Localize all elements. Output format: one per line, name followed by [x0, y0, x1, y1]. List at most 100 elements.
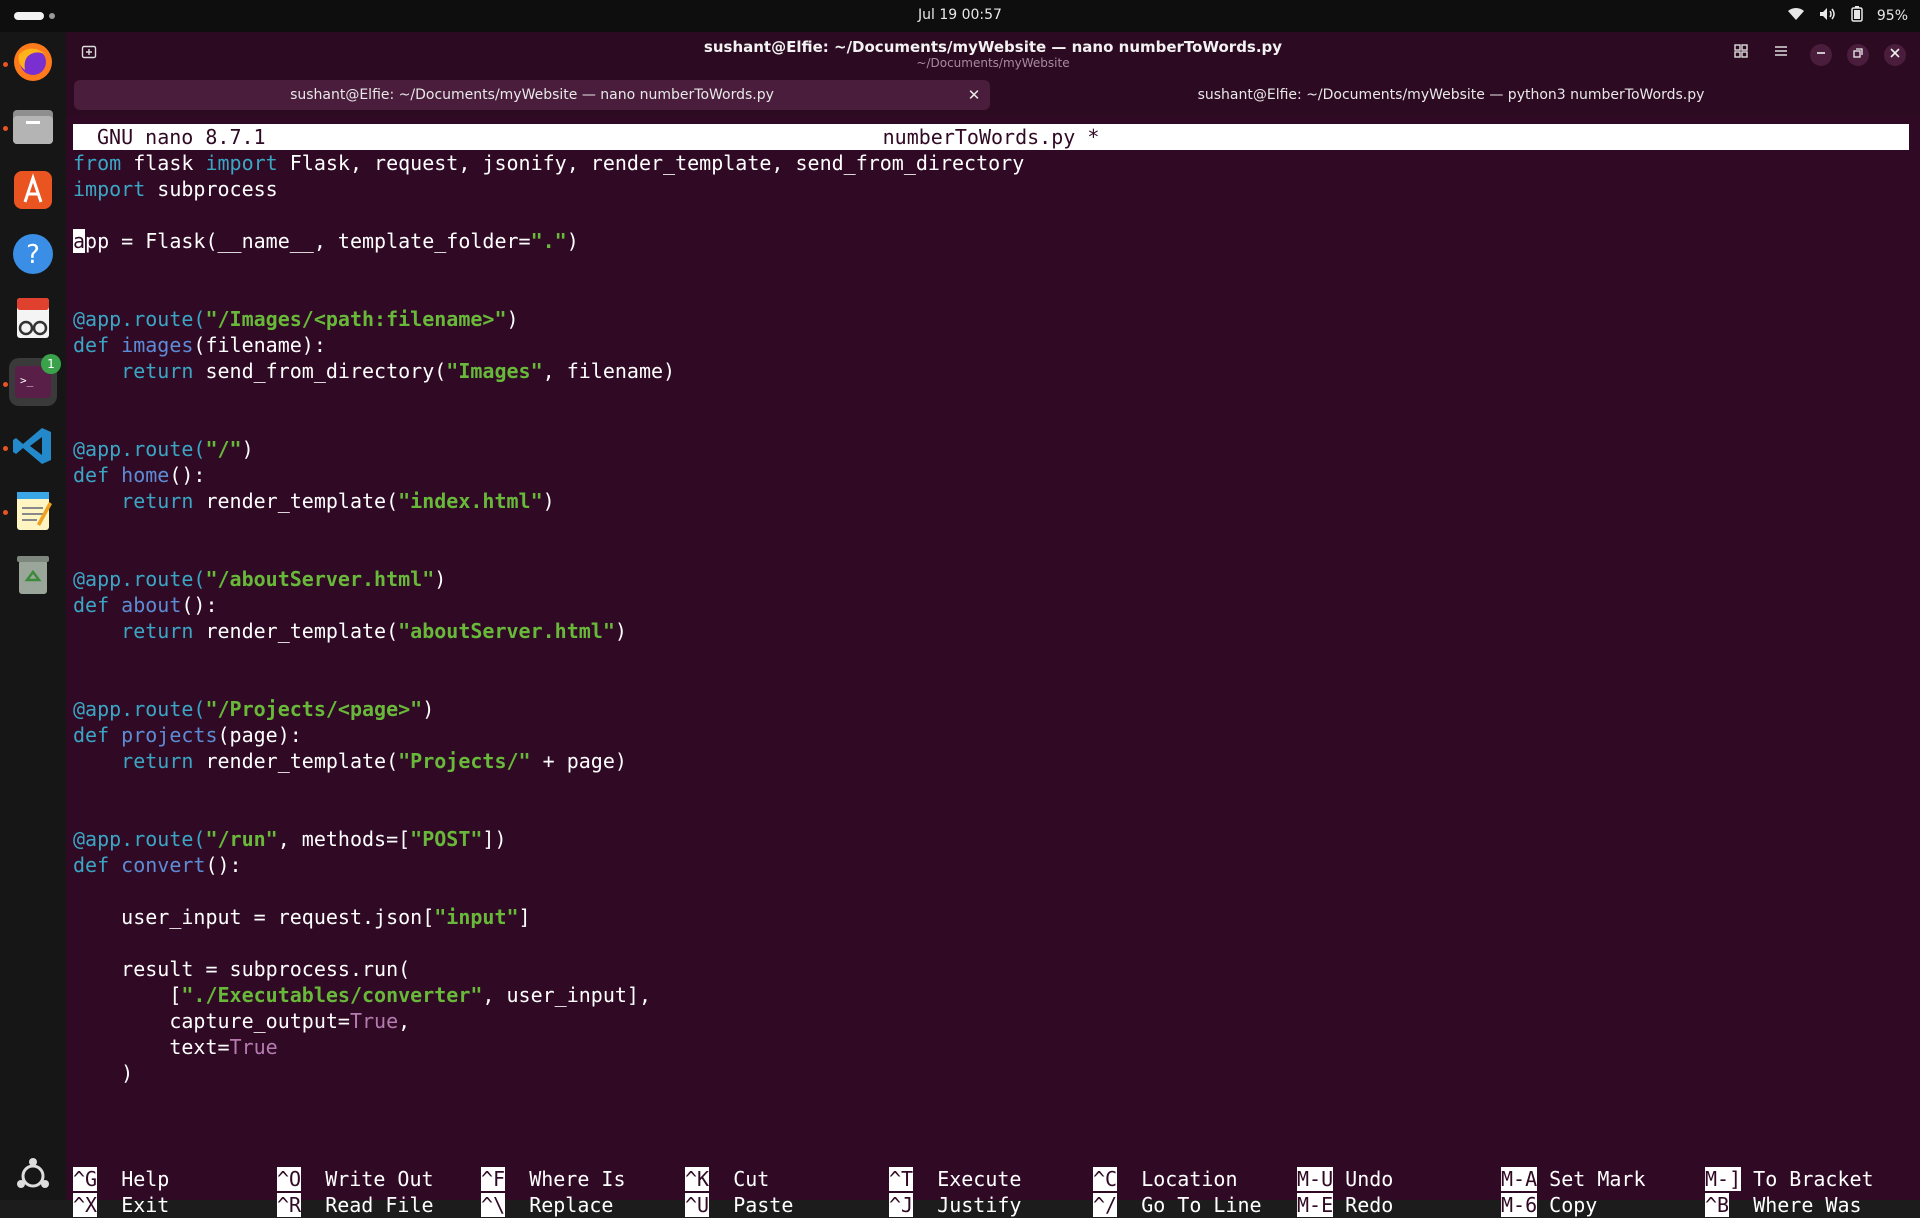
volume-icon[interactable] [1819, 7, 1837, 25]
code-token: ) [241, 437, 254, 461]
window-subtitle: ~/Documents/myWebsite [916, 56, 1070, 70]
shortcut-redo: M-E Redo [1297, 1192, 1393, 1218]
code-token: def [73, 593, 110, 617]
document-viewer-icon[interactable] [9, 294, 57, 342]
code-line: from flask import Flask, request, jsonif… [73, 150, 1909, 176]
code-token: flask [121, 151, 206, 175]
shortcut-label: Copy [1549, 1193, 1598, 1217]
dock: ? >_ 1 [0, 32, 66, 1200]
text-editor-icon[interactable] [9, 486, 57, 534]
title-bar[interactable]: sushant@Elfie: ~/Documents/myWebsite — n… [66, 32, 1920, 76]
nano-header: numberToWords.py * GNU nano 8.7.1 [73, 124, 1909, 150]
tab-label: sushant@Elfie: ~/Documents/myWebsite — p… [1197, 87, 1705, 103]
code-token: text= [73, 1035, 230, 1059]
shortcut-label: Help [121, 1167, 170, 1191]
terminal-window: sushant@Elfie: ~/Documents/myWebsite — n… [66, 32, 1920, 1217]
code-token: projects [121, 723, 218, 747]
shortcut-label: Execute [937, 1167, 1022, 1191]
minimize-button[interactable] [1810, 44, 1832, 66]
firefox-icon[interactable] [9, 38, 57, 86]
grid-view-icon[interactable] [1730, 44, 1752, 66]
shortcut-label: Where Was [1753, 1193, 1862, 1217]
code-line: def about(): [73, 592, 1909, 618]
code-token: "aboutServer.html" [398, 619, 615, 643]
code-line: text=True [73, 1034, 1909, 1060]
code-editor[interactable]: from flask import Flask, request, jsonif… [73, 150, 1909, 1086]
code-line: app = Flask(__name__, template_folder=".… [73, 228, 1909, 254]
code-token: "/run" [205, 827, 278, 851]
terminal-content[interactable]: numberToWords.py * GNU nano 8.7.1 from f… [66, 124, 1920, 1217]
files-icon[interactable] [9, 102, 57, 150]
code-line: @app.route("/") [73, 436, 1909, 462]
close-tab-icon[interactable]: ✕ [964, 80, 984, 110]
code-line: result = subprocess.run( [73, 956, 1909, 982]
code-line: return send_from_directory("Images", fil… [73, 358, 1909, 384]
shortcut-read-file: ^R Read File [277, 1192, 434, 1218]
show-apps-icon[interactable] [9, 1152, 57, 1200]
wifi-icon[interactable] [1787, 7, 1805, 25]
shortcut-key: ^C [1093, 1167, 1118, 1191]
vscode-icon[interactable] [9, 422, 57, 470]
code-token: @app.route( [73, 437, 206, 461]
shortcut-key: ^/ [1093, 1193, 1118, 1217]
tab-nano[interactable]: sushant@Elfie: ~/Documents/myWebsite — n… [74, 80, 990, 110]
code-token: , filename) [542, 359, 676, 383]
system-tray[interactable]: 95% [1787, 6, 1908, 26]
restore-button[interactable] [1847, 44, 1869, 66]
tab-python3[interactable]: sushant@Elfie: ~/Documents/myWebsite — p… [990, 80, 1912, 110]
shortcut-key: M-6 [1501, 1193, 1538, 1217]
running-indicator [3, 126, 8, 131]
code-token: (): [181, 593, 218, 617]
code-token: ) [506, 307, 519, 331]
shortcut-label: Set Mark [1549, 1167, 1646, 1191]
code-token: "." [530, 229, 567, 253]
code-token: , [398, 1009, 411, 1033]
code-token: images [121, 333, 194, 357]
code-line: return render_template("index.html") [73, 488, 1909, 514]
terminal-icon[interactable]: >_ 1 [9, 354, 61, 406]
trash-icon[interactable] [9, 550, 57, 598]
menu-icon[interactable] [1770, 44, 1792, 66]
code-line: def home(): [73, 462, 1909, 488]
battery-icon[interactable] [1851, 6, 1863, 26]
code-token: return [121, 749, 194, 773]
shortcut-label: Paste [733, 1193, 794, 1217]
notification-badge: 1 [41, 354, 61, 374]
code-token: (): [205, 853, 242, 877]
code-token: return [121, 359, 194, 383]
close-button[interactable] [1884, 44, 1906, 66]
code-line: @app.route("/aboutServer.html") [73, 566, 1909, 592]
code-token: from [73, 151, 122, 175]
code-token: "/" [205, 437, 242, 461]
code-token: ) [614, 619, 627, 643]
shortcut-label: Justify [937, 1193, 1022, 1217]
code-token: True [349, 1009, 399, 1033]
code-token: home [121, 463, 170, 487]
shortcut-write-out: ^O Write Out [277, 1166, 434, 1192]
nano-shortcuts: ^G Help ^X Exit ^O Write Out ^R Read File ^F… [73, 1166, 1909, 1218]
shortcut-key: ^R [277, 1193, 302, 1217]
shortcut-key: ^G [73, 1167, 98, 1191]
app-center-icon[interactable] [9, 166, 57, 214]
running-indicator [3, 510, 8, 515]
tab-bar: sushant@Elfie: ~/Documents/myWebsite — n… [66, 76, 1920, 116]
code-token: def [73, 463, 110, 487]
shortcut-key: ^X [73, 1193, 98, 1217]
help-icon[interactable]: ? [9, 230, 57, 278]
shortcut-set-mark: M-A Set Mark [1501, 1166, 1646, 1192]
code-token: "input" [434, 905, 519, 929]
shortcut-key: ^B [1705, 1193, 1730, 1217]
code-line: @app.route("/Images/<path:filename>") [73, 306, 1909, 332]
shortcut-key: ^U [685, 1193, 710, 1217]
clock[interactable]: Jul 19 00:57 [0, 7, 1920, 23]
code-token: "./Executables/converter" [181, 983, 483, 1007]
running-indicator [3, 62, 8, 67]
shortcut-key: M-U [1297, 1167, 1334, 1191]
